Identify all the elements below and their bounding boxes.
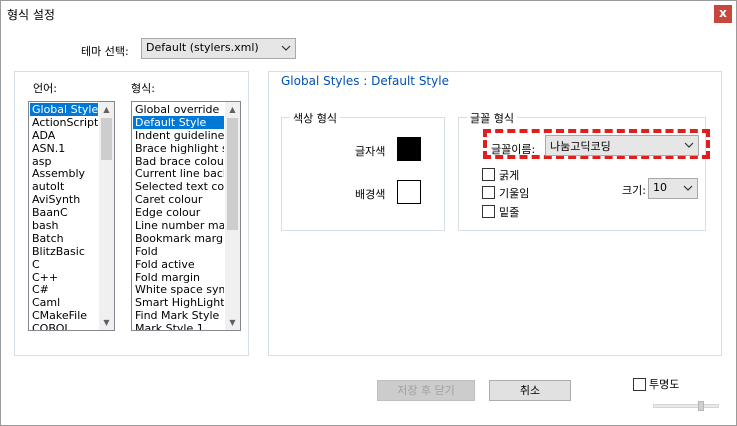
scroll-down-icon[interactable]: ▼ (225, 315, 240, 330)
scroll-thumb[interactable] (227, 118, 238, 230)
fg-color-swatch[interactable] (397, 137, 421, 161)
font-size-select[interactable]: 10 (648, 178, 698, 199)
underline-label: 밑줄 (499, 206, 520, 219)
theme-label: 테마 선택: (81, 45, 129, 58)
font-name-select[interactable]: 나눔고딕코딩 (545, 135, 699, 156)
list-item[interactable]: ADA (30, 129, 98, 142)
language-label: 언어: (33, 82, 57, 95)
list-item[interactable]: Line number margin (133, 219, 224, 232)
color-group: 색상 형식 (281, 110, 445, 231)
list-item[interactable]: ActionScript (30, 116, 98, 129)
list-item[interactable]: Bad brace colour (133, 155, 224, 168)
transparency-slider[interactable] (653, 404, 719, 408)
transparency-slider-thumb[interactable] (698, 401, 704, 411)
color-group-title: 색상 형식 (290, 110, 340, 126)
chevron-down-icon (684, 142, 694, 148)
scroll-thumb[interactable] (101, 118, 112, 160)
bold-label: 굵게 (499, 169, 520, 182)
bg-color-swatch[interactable] (397, 180, 421, 204)
scroll-up-icon[interactable]: ▲ (99, 102, 114, 117)
theme-select-value: Default (stylers.xml) (146, 41, 259, 54)
style-items: Global override Default Style Indent guide… (133, 103, 224, 330)
style-listbox[interactable]: Global override Default Style Indent guide… (131, 101, 241, 331)
close-button[interactable]: x (714, 5, 732, 23)
scroll-down-icon[interactable]: ▼ (99, 315, 114, 330)
bg-color-label: 배경색 (355, 188, 386, 201)
theme-select[interactable]: Default (stylers.xml) (141, 38, 296, 59)
list-item[interactable]: Assembly (30, 167, 98, 181)
list-item[interactable]: C++ (30, 271, 98, 284)
list-item[interactable]: Smart HighLighting (133, 296, 224, 309)
size-label: 크기: (622, 184, 646, 197)
save-close-button[interactable]: 저장 후 닫기 (377, 380, 475, 401)
list-item[interactable]: C (30, 258, 98, 271)
style-configurator-window: 형식 설정 x 테마 선택: Default (stylers.xml) 언어:… (0, 0, 737, 426)
italic-label: 기울임 (499, 187, 530, 200)
list-item[interactable]: Caret colour (133, 193, 224, 206)
list-item[interactable]: White space symbol (133, 283, 224, 297)
list-item[interactable]: bash (30, 219, 98, 232)
list-item[interactable]: Global override (133, 103, 224, 116)
list-item[interactable]: CMakeFile (30, 309, 98, 322)
title-bar: 형식 설정 x (1, 1, 736, 27)
cancel-button[interactable]: 취소 (489, 380, 571, 401)
transparency-label: 투명도 (649, 378, 680, 391)
underline-checkbox[interactable] (482, 205, 495, 218)
list-item[interactable]: Global Styles (30, 103, 98, 116)
font-group-title: 글꼴 형식 (467, 110, 517, 126)
scroll-up-icon[interactable]: ▲ (225, 102, 240, 117)
language-scrollbar[interactable]: ▲ ▼ (99, 102, 114, 330)
list-item[interactable]: BaanC (30, 206, 98, 219)
bold-checkbox[interactable] (482, 168, 495, 181)
list-item[interactable]: Default Style (133, 115, 224, 129)
list-item[interactable]: Current line background (133, 167, 224, 181)
panel-heading: Global Styles : Default Style (281, 74, 449, 88)
list-item[interactable]: ASN.1 (30, 142, 98, 155)
font-size-value: 10 (653, 181, 667, 194)
chevron-down-icon (281, 45, 291, 51)
transparency-checkbox[interactable] (633, 378, 646, 391)
list-item[interactable]: Batch (30, 232, 98, 245)
list-item[interactable]: AviSynth (30, 193, 98, 206)
list-item[interactable]: Edge colour (133, 206, 224, 219)
list-item[interactable]: Fold margin (133, 271, 224, 284)
list-item[interactable]: Selected text colour (133, 180, 224, 193)
list-item[interactable]: Mark Style 1 (133, 322, 224, 330)
language-items: Global Styles ActionScript ADA ASN.1 asp Asse… (30, 103, 98, 330)
style-label: 형식: (131, 82, 155, 95)
list-item[interactable]: BlitzBasic (30, 245, 98, 258)
font-name-value: 나눔고딕코딩 (550, 140, 611, 153)
italic-checkbox[interactable] (482, 186, 495, 199)
list-item[interactable]: Indent guideline style (133, 129, 224, 142)
list-item[interactable]: Brace highlight style (133, 142, 224, 155)
fg-color-label: 글자색 (355, 145, 386, 158)
chevron-down-icon (683, 185, 693, 191)
list-item[interactable]: Find Mark Style (133, 309, 224, 322)
style-scrollbar[interactable]: ▲ ▼ (225, 102, 240, 330)
list-item[interactable]: Fold (133, 245, 224, 258)
list-item[interactable]: asp (30, 155, 98, 168)
window-title: 형식 설정 (7, 8, 55, 22)
list-item[interactable]: autoIt (30, 180, 98, 193)
list-item[interactable]: COBOL (30, 322, 98, 330)
list-item[interactable]: Bookmark margin (133, 232, 224, 245)
list-item[interactable]: Fold active (133, 258, 224, 271)
list-item[interactable]: Caml (30, 296, 98, 309)
list-item[interactable]: C# (30, 283, 98, 297)
language-listbox[interactable]: Global Styles ActionScript ADA ASN.1 asp Asse… (28, 101, 115, 331)
font-name-label: 글꼴이름: (491, 143, 536, 156)
